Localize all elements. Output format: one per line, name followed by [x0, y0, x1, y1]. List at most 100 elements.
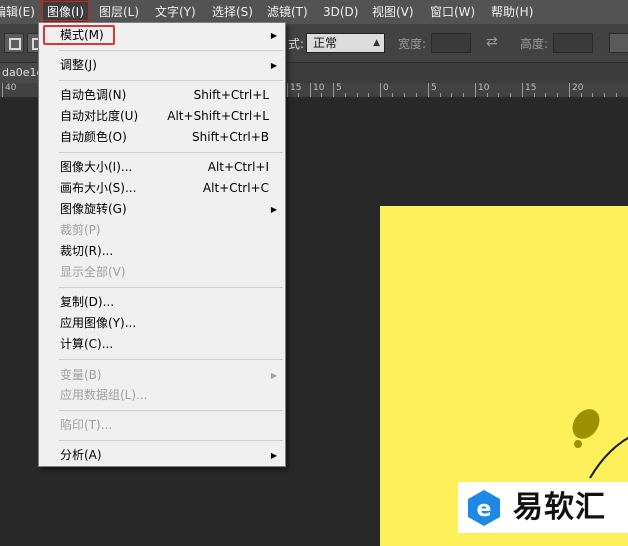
ruler-tick: [487, 93, 488, 97]
menu-item-adjustments[interactable]: 调整(J) ▶: [39, 55, 285, 76]
menu-window[interactable]: 窗口(W): [430, 0, 475, 24]
outline-curve: [589, 436, 628, 479]
menu-item-trap: 陷印(T)...: [39, 415, 285, 436]
swap-icon[interactable]: ⇄: [486, 34, 498, 50]
ruler-tick: [298, 93, 299, 97]
refine-edge-button[interactable]: [609, 33, 628, 53]
menu-item-calculations[interactable]: 计算(C)...: [39, 334, 285, 355]
menu-item-image-rotation[interactable]: 图像旋转(G) ▶: [39, 199, 285, 220]
menu-item-label: 图像旋转(G): [60, 202, 127, 216]
menu-item-shortcut: Shift+Ctrl+L: [193, 88, 269, 102]
ruler-tick: [557, 93, 558, 97]
menu-item-analysis[interactable]: 分析(A) ▶: [39, 445, 285, 466]
menu-item-reveal-all: 显示全部(V): [39, 262, 285, 283]
menu-item-label: 复制(D)...: [60, 295, 115, 309]
ruler-tick: [463, 93, 464, 97]
menu-edit[interactable]: 编辑(E): [0, 0, 35, 24]
height-label: 高度:: [520, 37, 549, 51]
ruler-tick: [510, 93, 511, 97]
ruler-tick: [428, 83, 429, 97]
menu-separator: [59, 287, 283, 288]
menu-layer[interactable]: 图层(L): [99, 0, 139, 24]
menu-item-apply-data-set: 应用数据组(L)...: [39, 385, 285, 406]
ruler-tick: [534, 93, 535, 97]
menu-item-shortcut: Alt+Ctrl+I: [207, 160, 269, 174]
watermark-logo-icon: e: [468, 490, 500, 526]
menu-3d[interactable]: 3D(D): [323, 0, 358, 24]
submenu-arrow-icon: ▶: [270, 31, 277, 40]
ruler-tick: [392, 93, 393, 97]
ruler-tick: [569, 83, 570, 97]
style-label: 式:: [288, 37, 305, 51]
olive-blob: [572, 409, 600, 439]
ruler-label: 10: [478, 83, 490, 93]
menu-help[interactable]: 帮助(H): [491, 0, 533, 24]
menu-item-auto-color[interactable]: 自动颜色(O) Shift+Ctrl+B: [39, 127, 285, 148]
menu-item-canvas-size[interactable]: 画布大小(S)... Alt+Ctrl+C: [39, 178, 285, 199]
menu-item-auto-contrast[interactable]: 自动对比度(U) Alt+Shift+Ctrl+L: [39, 106, 285, 127]
ruler-label: 15: [525, 83, 537, 93]
image-menu-dropdown: 模式(M) ▶ 调整(J) ▶ 自动色调(N) Shift+Ctrl+L 自动对…: [38, 22, 286, 467]
menu-view[interactable]: 视图(V): [372, 0, 414, 24]
menu-item-label: 自动颜色(O): [60, 130, 127, 144]
ruler-tick: [592, 93, 593, 97]
ruler-tick: [581, 93, 582, 97]
ruler-label: 10: [313, 83, 325, 93]
ruler-tick: [416, 93, 417, 97]
style-select-value: 正常: [313, 36, 338, 50]
menu-item-label: 画布大小(S)...: [60, 181, 137, 195]
ruler-tick: [616, 93, 617, 97]
width-input[interactable]: [431, 33, 471, 53]
menu-item-variables: 变量(B) ▶: [39, 365, 285, 386]
menu-item-label: 裁切(R)...: [60, 244, 114, 258]
new-selection-icon: [9, 38, 21, 50]
menu-image-highlight: [40, 1, 90, 21]
menu-separator: [59, 50, 283, 51]
menu-select[interactable]: 选择(S): [212, 0, 253, 24]
menu-item-label: 自动色调(N): [60, 88, 127, 102]
height-input[interactable]: [553, 33, 593, 53]
menu-item-label: 分析(A): [60, 448, 102, 462]
menu-separator: [59, 440, 283, 441]
menu-item-label: 陷印(T)...: [60, 418, 113, 432]
menu-item-shortcut: Shift+Ctrl+B: [192, 130, 269, 144]
menu-filter[interactable]: 滤镜(T): [267, 0, 308, 24]
watermark-text: 易软汇: [513, 490, 606, 525]
menu-item-label: 自动对比度(U): [60, 109, 139, 123]
menu-item-auto-tone[interactable]: 自动色调(N) Shift+Ctrl+L: [39, 85, 285, 106]
menu-item-label: 应用图像(Y)...: [60, 316, 137, 330]
ruler-tick: [522, 83, 523, 97]
menu-item-trim[interactable]: 裁切(R)...: [39, 241, 285, 262]
ruler-tick: [451, 93, 452, 97]
menu-item-shortcut: Alt+Shift+Ctrl+L: [167, 109, 269, 123]
menu-type[interactable]: 文字(Y): [155, 0, 196, 24]
ruler-label: 0: [383, 83, 389, 93]
ruler-tick: [404, 93, 405, 97]
menu-item-label: 计算(C)...: [60, 337, 114, 351]
ruler-tick: [321, 93, 322, 97]
menu-separator: [59, 410, 283, 411]
menu-item-duplicate[interactable]: 复制(D)...: [39, 292, 285, 313]
menu-item-label: 图像大小(I)...: [60, 160, 133, 174]
menu-item-apply-image[interactable]: 应用图像(Y)...: [39, 313, 285, 334]
style-select[interactable]: 正常 ▲: [306, 33, 385, 53]
menubar: 编辑(E) 图像(I) 图层(L) 文字(Y) 选择(S) 滤镜(T) 3D(D…: [0, 0, 628, 24]
ruler-label: 15: [290, 83, 302, 93]
ruler-tick: [498, 93, 499, 97]
menu-item-label: 应用数据组(L)...: [60, 388, 148, 402]
ruler-label: 20: [572, 83, 584, 93]
width-label: 宽度:: [398, 37, 427, 51]
submenu-arrow-icon: ▶: [270, 61, 277, 70]
menu-separator: [59, 359, 283, 360]
ruler-tick: [310, 83, 311, 97]
mode-highlight: [43, 25, 115, 45]
document-tab[interactable]: da0e1c: [0, 63, 42, 83]
ruler-tick: [440, 93, 441, 97]
menu-item-image-size[interactable]: 图像大小(I)... Alt+Ctrl+I: [39, 157, 285, 178]
olive-dot: [574, 440, 582, 448]
watermark-badge: e 易软汇: [458, 482, 628, 533]
marquee-new-selection-button[interactable]: [4, 33, 24, 53]
menu-item-label: 变量(B): [60, 368, 102, 382]
menu-item-crop: 裁剪(P): [39, 220, 285, 241]
ruler-tick: [345, 93, 346, 97]
